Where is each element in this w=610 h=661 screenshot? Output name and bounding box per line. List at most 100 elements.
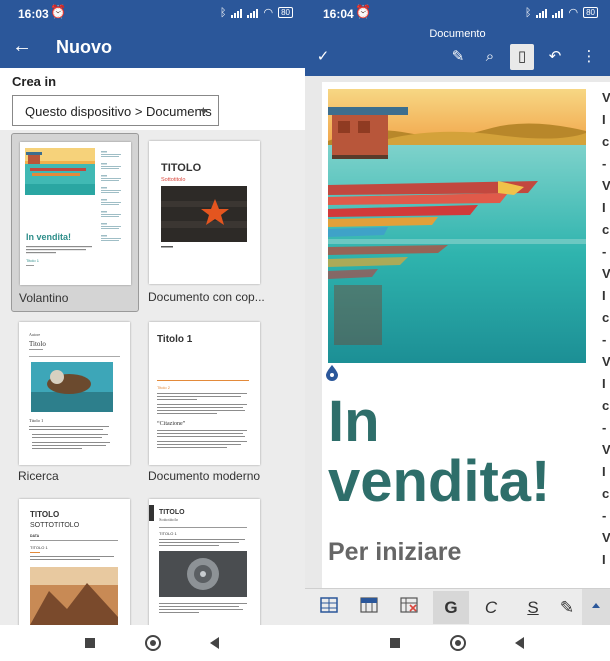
underline-button[interactable]: S (515, 591, 551, 624)
template-volantino[interactable]: In vendita! Titolo 1 Volantino (11, 133, 139, 312)
flyer-subtitle[interactable]: Per iniziare (328, 538, 461, 567)
app-bar: ← Nuovo (0, 28, 305, 68)
side-letter: - (602, 244, 607, 259)
side-letter: c (602, 134, 610, 149)
boats-photo (328, 89, 586, 363)
format-toolbar: G C S ✎ (305, 588, 610, 626)
side-letter: I (602, 464, 606, 479)
location-dropdown[interactable]: Questo dispositivo > Documents (12, 95, 219, 126)
bluetooth-icon: ᛒ (524, 6, 532, 19)
battery-icon: 80 (583, 7, 598, 18)
undo-icon[interactable]: ↶ (543, 44, 567, 70)
side-letter: V (602, 530, 610, 545)
template-label: Documento con cop... (148, 290, 265, 304)
search-icon[interactable]: ⌕ (478, 44, 502, 70)
flyer-title[interactable]: In vendita! (328, 392, 608, 512)
home-button[interactable] (450, 635, 466, 651)
side-letter: V (602, 90, 610, 105)
cursor-handle-icon[interactable] (326, 365, 338, 381)
template-documento-moderno[interactable]: Titolo 1 Titolo 2 “Citazione” Documento … (143, 316, 271, 483)
svg-text:DATA: DATA (30, 534, 40, 538)
left-screen: 16:03 ⏰ ᛒ ◠ 80 ← Nuovo Crea in Questo di… (0, 0, 305, 661)
template-thumbnail: Autore Titolo Titolo 1 (19, 322, 130, 465)
boats-photo-graphic (328, 89, 586, 363)
side-letter: c (602, 398, 610, 413)
template-thumbnail: In vendita! Titolo 1 (20, 142, 131, 285)
status-time: 16:03 (18, 7, 49, 21)
wifi-icon: ◠ (263, 7, 274, 19)
pen-draw-icon[interactable]: ✎ (446, 44, 470, 70)
checkmark-icon[interactable]: ✓ (311, 44, 335, 70)
right-screen: 16:04 ⏰ ᛒ ◠ 80 Documento ✓ ✎ ⌕ ▯ ↶ ⋮ In … (305, 0, 610, 661)
flyer-title-line1: In (328, 389, 380, 454)
table-insert-icon[interactable] (351, 591, 387, 624)
back-button[interactable] (210, 637, 219, 649)
side-letter: V (602, 354, 610, 369)
recents-button[interactable] (390, 638, 400, 648)
side-letter: I (602, 288, 606, 303)
thumb-heading: Titolo 1 (29, 418, 43, 423)
table-layout-icon[interactable] (311, 591, 347, 624)
side-letter: I (602, 552, 606, 567)
crea-in-label: Crea in (12, 74, 57, 89)
template-report[interactable]: TITOLO SOTTOTITOLO DATA TITOLO 1 (11, 496, 139, 630)
cover-thumbnail-graphic: TITOLO Sottotitolo (161, 162, 247, 248)
side-letter: c (602, 310, 610, 325)
wifi-icon: ◠ (568, 7, 579, 19)
template-label: Documento moderno (148, 469, 261, 483)
battery-icon: 80 (278, 7, 293, 18)
back-arrow-icon[interactable]: ← (12, 34, 32, 58)
thumb-title: Titolo 1 (157, 334, 193, 345)
side-letter: V (602, 178, 610, 193)
side-letter: V (602, 442, 610, 457)
location-value: Questo dispositivo > Documents (25, 104, 212, 119)
system-nav-bar (0, 625, 305, 661)
bold-button[interactable]: G (433, 591, 469, 624)
status-bar: 16:04 ⏰ ᛒ ◠ 80 (305, 0, 610, 28)
mobile-view-icon[interactable]: ▯ (510, 44, 534, 70)
side-letter: I (602, 200, 606, 215)
modern-thumbnail-graphic: Titolo 1 Titolo 2 “Citazione” (157, 334, 249, 448)
table-delete-icon[interactable] (391, 591, 427, 624)
sidebar-column-text: VIc-VIc-VIc-VIc-VIc-VI (602, 90, 610, 574)
alarm-icon: ⏰ (355, 4, 372, 19)
side-letter: c (602, 486, 610, 501)
thumb-heading: TITOLO 1 (30, 545, 48, 550)
recents-button[interactable] (85, 638, 95, 648)
highlight-icon[interactable]: ✎ (553, 591, 581, 624)
signal-icon (536, 8, 548, 18)
flyer-title-line2: vendita! (328, 449, 551, 514)
template-thumbnail: TITOLO Sottotitolo TITOLO 1 (149, 499, 260, 630)
status-icons: ᛒ ◠ 80 (220, 6, 293, 19)
expand-toolbar-icon[interactable] (582, 589, 610, 626)
back-button[interactable] (515, 637, 524, 649)
home-button[interactable] (145, 635, 161, 651)
template-label: Volantino (19, 291, 69, 305)
document-page[interactable]: In vendita! Per iniziare VIc-VIc-VIc-VIc… (322, 82, 610, 588)
side-letter: c (602, 222, 610, 237)
page-title: Nuovo (56, 37, 112, 57)
template-documento-copertina[interactable]: TITOLO Sottotitolo Documento con cop... (143, 133, 271, 312)
more-options-icon[interactable]: ⋮ (577, 44, 601, 70)
thumb-title: Titolo (29, 340, 46, 348)
thumb-title: TITOLO (30, 510, 59, 519)
flyer-thumbnail-graphic: In vendita! Titolo 1 (25, 148, 121, 266)
thumb-title: TITOLO (159, 509, 185, 516)
side-letter: - (602, 332, 607, 347)
document-title: Documento (429, 28, 486, 40)
italic-button[interactable]: C (473, 591, 509, 624)
bluetooth-icon: ᛒ (219, 6, 227, 19)
thumb-title: TITOLO (161, 162, 202, 174)
report-photo-thumbnail-graphic: TITOLO Sottotitolo TITOLO 1 (149, 505, 247, 613)
thumb-heading: Titolo 2 (157, 385, 171, 390)
thumb-title: In vendita! (26, 232, 71, 242)
side-letter: - (602, 420, 607, 435)
template-ricerca[interactable]: Autore Titolo Titolo 1 Ricerca (11, 316, 139, 483)
side-letter: V (602, 266, 610, 281)
template-report-photo[interactable]: TITOLO Sottotitolo TITOLO 1 (143, 496, 271, 630)
thumb-quote: “Citazione” (157, 420, 186, 427)
template-label: Ricerca (18, 469, 59, 483)
editor-app-bar: Documento ✓ ✎ ⌕ ▯ ↶ ⋮ (305, 28, 610, 76)
status-bar: 16:03 ⏰ ᛒ ◠ 80 (0, 0, 305, 28)
thumb-subtitle: SOTTOTITOLO (30, 522, 80, 529)
